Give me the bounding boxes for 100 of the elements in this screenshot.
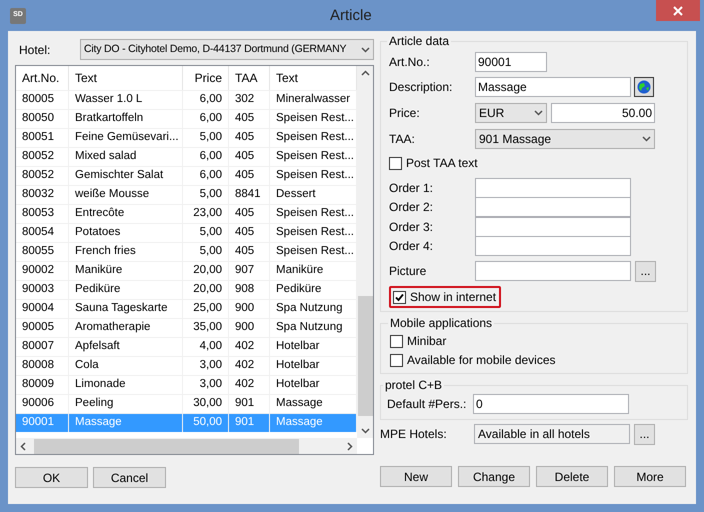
hotel-label: Hotel:: [18, 42, 52, 58]
table-row[interactable]: 80008 Cola 3,00 402 Hotelbar: [16, 356, 357, 375]
hotel-dropdown[interactable]: City DO - Cityhotel Demo, D-44137 Dortmund (GERMANY: [80, 39, 374, 60]
table-cell: Entrecôte: [69, 205, 183, 223]
field-label: Order 3:: [389, 218, 434, 236]
table-cell: 80053: [16, 205, 69, 223]
table-row[interactable]: 80007 Apfelsaft 4,00 402 Hotelbar: [16, 337, 357, 356]
description-field[interactable]: Massage: [475, 77, 631, 97]
table-row[interactable]: 80055 French fries 5,00 405 Speisen Rest...: [16, 242, 357, 261]
column-header[interactable]: Price: [183, 66, 229, 90]
table-row[interactable]: 90002 Maniküre 20,00 907 Maniküre: [16, 261, 357, 280]
table-cell: 80054: [16, 224, 69, 242]
table-cell: 3,00: [183, 357, 229, 375]
table-cell: 6,00: [183, 167, 229, 185]
globe-icon: [637, 80, 651, 94]
scroll-thumb[interactable]: [358, 296, 373, 416]
table-cell: 907: [229, 262, 270, 280]
table-row[interactable]: 80050 Bratkartoffeln 6,00 405 Speisen Rest...: [16, 109, 357, 128]
checkbox-option[interactable]: Minibar: [390, 332, 678, 350]
picture-field[interactable]: [475, 261, 631, 281]
scroll-left-icon: [20, 442, 26, 450]
table-cell: 90002: [16, 262, 69, 280]
table-cell: 402: [229, 376, 270, 394]
field-label: Order 2:: [389, 199, 434, 216]
column-header[interactable]: Text: [69, 66, 183, 90]
table-row[interactable]: 80009 Limonade 3,00 402 Hotelbar: [16, 375, 357, 394]
table-row[interactable]: 80052 Gemischter Salat 6,00 405 Speisen Rest...: [16, 166, 357, 185]
globe-button[interactable]: [634, 77, 654, 97]
order-field[interactable]: [475, 178, 631, 198]
table-row[interactable]: 90003 Pediküre 20,00 908 Pediküre: [16, 280, 357, 299]
taa-dropdown[interactable]: 901 Massage: [475, 129, 655, 149]
table-row[interactable]: 80005 Wasser 1.0 L 6,00 302 Mineralwasser: [16, 90, 357, 109]
field-label: Art.No.:: [389, 54, 431, 71]
table-row[interactable]: 90004 Sauna Tageskarte 25,00 900 Spa Nutzung: [16, 299, 357, 318]
table-row[interactable]: 80032 weiße Mousse 5,00 8841 Dessert: [16, 185, 357, 204]
table-cell: Apfelsaft: [69, 338, 183, 356]
currency-dropdown[interactable]: EUR: [475, 103, 547, 123]
group-title: Article data: [388, 33, 450, 50]
caret-icon: [360, 428, 370, 434]
order-field[interactable]: [475, 236, 631, 256]
field-label: Picture: [389, 263, 428, 280]
table-cell: 908: [229, 281, 270, 299]
dialog-button[interactable]: OK: [15, 467, 88, 488]
table-row[interactable]: 80052 Mixed salad 6,00 405 Speisen Rest...: [16, 147, 357, 166]
table-cell: Mixed salad: [69, 148, 183, 166]
checkbox[interactable]: [390, 354, 403, 366]
table-cell: 4,00: [183, 338, 229, 356]
mpe-hotels-field: Available in all hotels: [474, 424, 630, 444]
checkbox-option[interactable]: Show in internet: [393, 288, 497, 306]
close-icon: [673, 6, 683, 16]
table-cell: 405: [229, 224, 270, 242]
field-label: Price:: [389, 105, 421, 122]
table-cell: 405: [229, 205, 270, 223]
table-row[interactable]: 80054 Potatoes 5,00 405 Speisen Rest...: [16, 223, 357, 242]
checkbox-option[interactable]: Post TAA text: [389, 154, 679, 172]
table-cell: 90004: [16, 300, 69, 318]
field-label: MPE Hotels:: [380, 426, 448, 443]
art-no-field[interactable]: 90001: [475, 52, 547, 72]
vertical-scrollbar[interactable]: [357, 66, 373, 438]
dialog-button[interactable]: Delete: [536, 466, 608, 487]
group-title: Mobile applications: [389, 315, 494, 332]
close-button[interactable]: [656, 0, 700, 21]
field-label: Order 1:: [389, 180, 434, 197]
dialog-button[interactable]: More: [614, 466, 686, 487]
browse-button[interactable]: ...: [634, 424, 655, 444]
price-field[interactable]: 50.00: [551, 103, 655, 123]
order-field[interactable]: [475, 216, 631, 237]
table-cell: 405: [229, 110, 270, 128]
checkbox[interactable]: [389, 156, 402, 170]
checkbox[interactable]: [393, 290, 406, 304]
table-cell: Feine Gemüsevari...: [69, 129, 183, 147]
table-cell: 3,00: [183, 376, 229, 394]
field-label: Order 4:: [389, 238, 434, 256]
dialog-button[interactable]: Cancel: [93, 467, 166, 488]
column-header[interactable]: TAA: [229, 66, 270, 90]
browse-button[interactable]: ...: [635, 260, 656, 282]
dialog-button[interactable]: New: [380, 466, 452, 487]
order-field[interactable]: [475, 197, 631, 218]
table-cell: 80055: [16, 243, 69, 261]
table-row[interactable]: 90005 Aromatherapie 35,00 900 Spa Nutzung: [16, 318, 357, 337]
table-row[interactable]: 80053 Entrecôte 23,00 405 Speisen Rest...: [16, 204, 357, 223]
table-cell: 80051: [16, 129, 69, 147]
checkbox-option[interactable]: Available for mobile devices: [390, 351, 678, 369]
table-cell: Potatoes: [69, 224, 183, 242]
table-cell: 6,00: [183, 110, 229, 128]
dialog-button[interactable]: Change: [458, 466, 530, 487]
column-header[interactable]: Art.No.: [16, 66, 69, 90]
default-persons-field[interactable]: 0: [473, 394, 629, 414]
table-cell: Pediküre: [69, 281, 183, 299]
table-cell: 402: [229, 338, 270, 356]
table-row[interactable]: 80051 Feine Gemüsevari... 5,00 405 Speisen Rest...: [16, 128, 357, 147]
table-cell: 8841: [229, 186, 270, 204]
table-cell: 25,00: [183, 300, 229, 318]
table-cell: 900: [229, 300, 270, 318]
table-cell: 405: [229, 148, 270, 166]
checkbox[interactable]: [390, 334, 403, 348]
table-cell: 90001: [16, 414, 69, 432]
table-cell: 80052: [16, 148, 69, 166]
horizontal-scrollbar[interactable]: [16, 438, 357, 454]
scroll-thumb[interactable]: [34, 439, 299, 454]
